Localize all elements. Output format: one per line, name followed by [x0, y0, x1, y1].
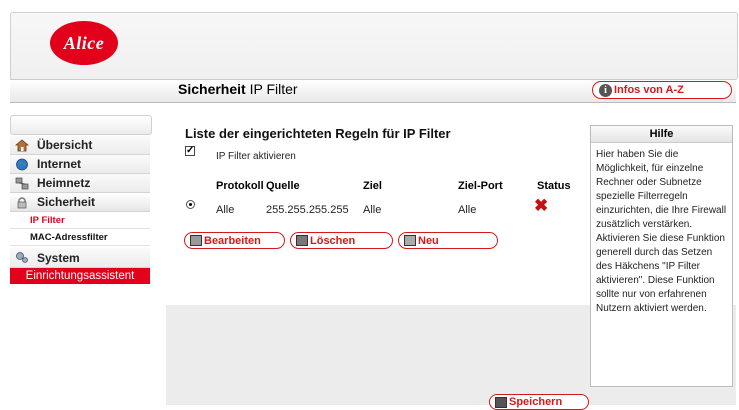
sidebar-item-system[interactable]: System — [10, 248, 150, 268]
page-title: Sicherheit IP Filter — [178, 81, 298, 97]
new-button[interactable]: Neu — [398, 232, 498, 249]
delete-button-label: Löschen — [310, 234, 356, 247]
setup-assistant-button[interactable]: Einrichtungsassistent — [10, 268, 150, 284]
ip-filter-enable-label: IP Filter aktivieren — [216, 151, 296, 162]
floppy-disk-icon — [495, 396, 507, 408]
sidebar-item-label: Heimnetz — [37, 176, 91, 190]
setup-assistant-label: Einrichtungsassistent — [25, 270, 135, 282]
sidebar-subitem-mac-adressfilter[interactable]: MAC-Adressfilter — [10, 229, 150, 246]
trash-icon — [296, 235, 308, 246]
help-title: Hilfe — [591, 126, 732, 143]
edit-button-label: Bearbeiten — [204, 234, 261, 247]
help-text: Hier haben Sie die Möglichkeit, für einz… — [596, 149, 727, 314]
rule-ziel-port-cell: Alle — [458, 204, 477, 216]
lock-icon — [17, 196, 27, 208]
rule-protokoll-cell: Alle — [216, 204, 235, 216]
status-inactive-x-icon: ✖ — [534, 196, 549, 215]
new-button-label: Neu — [418, 234, 439, 247]
page-title-section: Sicherheit — [178, 81, 246, 97]
rule-quelle-cell: 255.255.255.255 — [266, 204, 349, 216]
home-icon — [15, 138, 29, 151]
network-icon — [15, 177, 29, 189]
alice-logo[interactable]: Alice — [50, 21, 118, 65]
sidebar-item-label: System — [37, 250, 80, 265]
sidebar-subitem-label: MAC-Adressfilter — [30, 231, 108, 243]
sidebar-item-label: Internet — [37, 157, 82, 171]
column-header-status: Status — [537, 180, 571, 192]
infos-a-z-label: Infos von A-Z — [614, 84, 684, 96]
sidebar-item-internet[interactable]: Internet — [10, 155, 150, 174]
save-button-label: Speichern — [509, 396, 563, 408]
sidebar-item-heimnetz[interactable]: Heimnetz — [10, 174, 150, 193]
sidebar-top-bar — [10, 115, 152, 135]
rule-ziel-cell: Alle — [363, 204, 382, 216]
sidebar-item-label: Sicherheit — [37, 195, 96, 209]
infos-a-z-button[interactable]: i Infos von A-Z — [592, 81, 732, 99]
sidebar-item-sicherheit[interactable]: Sicherheit — [10, 193, 150, 212]
globe-icon — [16, 158, 28, 170]
sidebar-item-uebersicht[interactable]: Übersicht — [10, 136, 150, 155]
column-header-quelle: Quelle — [266, 180, 300, 192]
delete-button[interactable]: Löschen — [290, 232, 393, 249]
info-icon: i — [599, 83, 612, 97]
ip-filter-enable-checkbox[interactable]: ✓ — [185, 146, 195, 156]
column-header-protokoll: Protokoll — [216, 180, 264, 192]
sidebar-subitem-ip-filter[interactable]: IP Filter — [10, 212, 150, 229]
column-header-ziel-port: Ziel-Port — [458, 180, 503, 192]
column-header-ziel: Ziel — [363, 180, 382, 192]
edit-button[interactable]: Bearbeiten — [184, 232, 285, 249]
rule-select-radio[interactable] — [186, 200, 195, 209]
sidebar-subitem-label: IP Filter — [30, 214, 65, 226]
gear-icon — [16, 252, 28, 263]
rules-list-title: Liste der eingerichteten Regeln für IP F… — [185, 126, 451, 141]
page-title-subsection: IP Filter — [245, 81, 298, 97]
new-icon — [404, 235, 416, 246]
sidebar-item-label: Übersicht — [37, 138, 93, 152]
header-bar — [10, 12, 738, 80]
edit-icon — [190, 235, 202, 246]
